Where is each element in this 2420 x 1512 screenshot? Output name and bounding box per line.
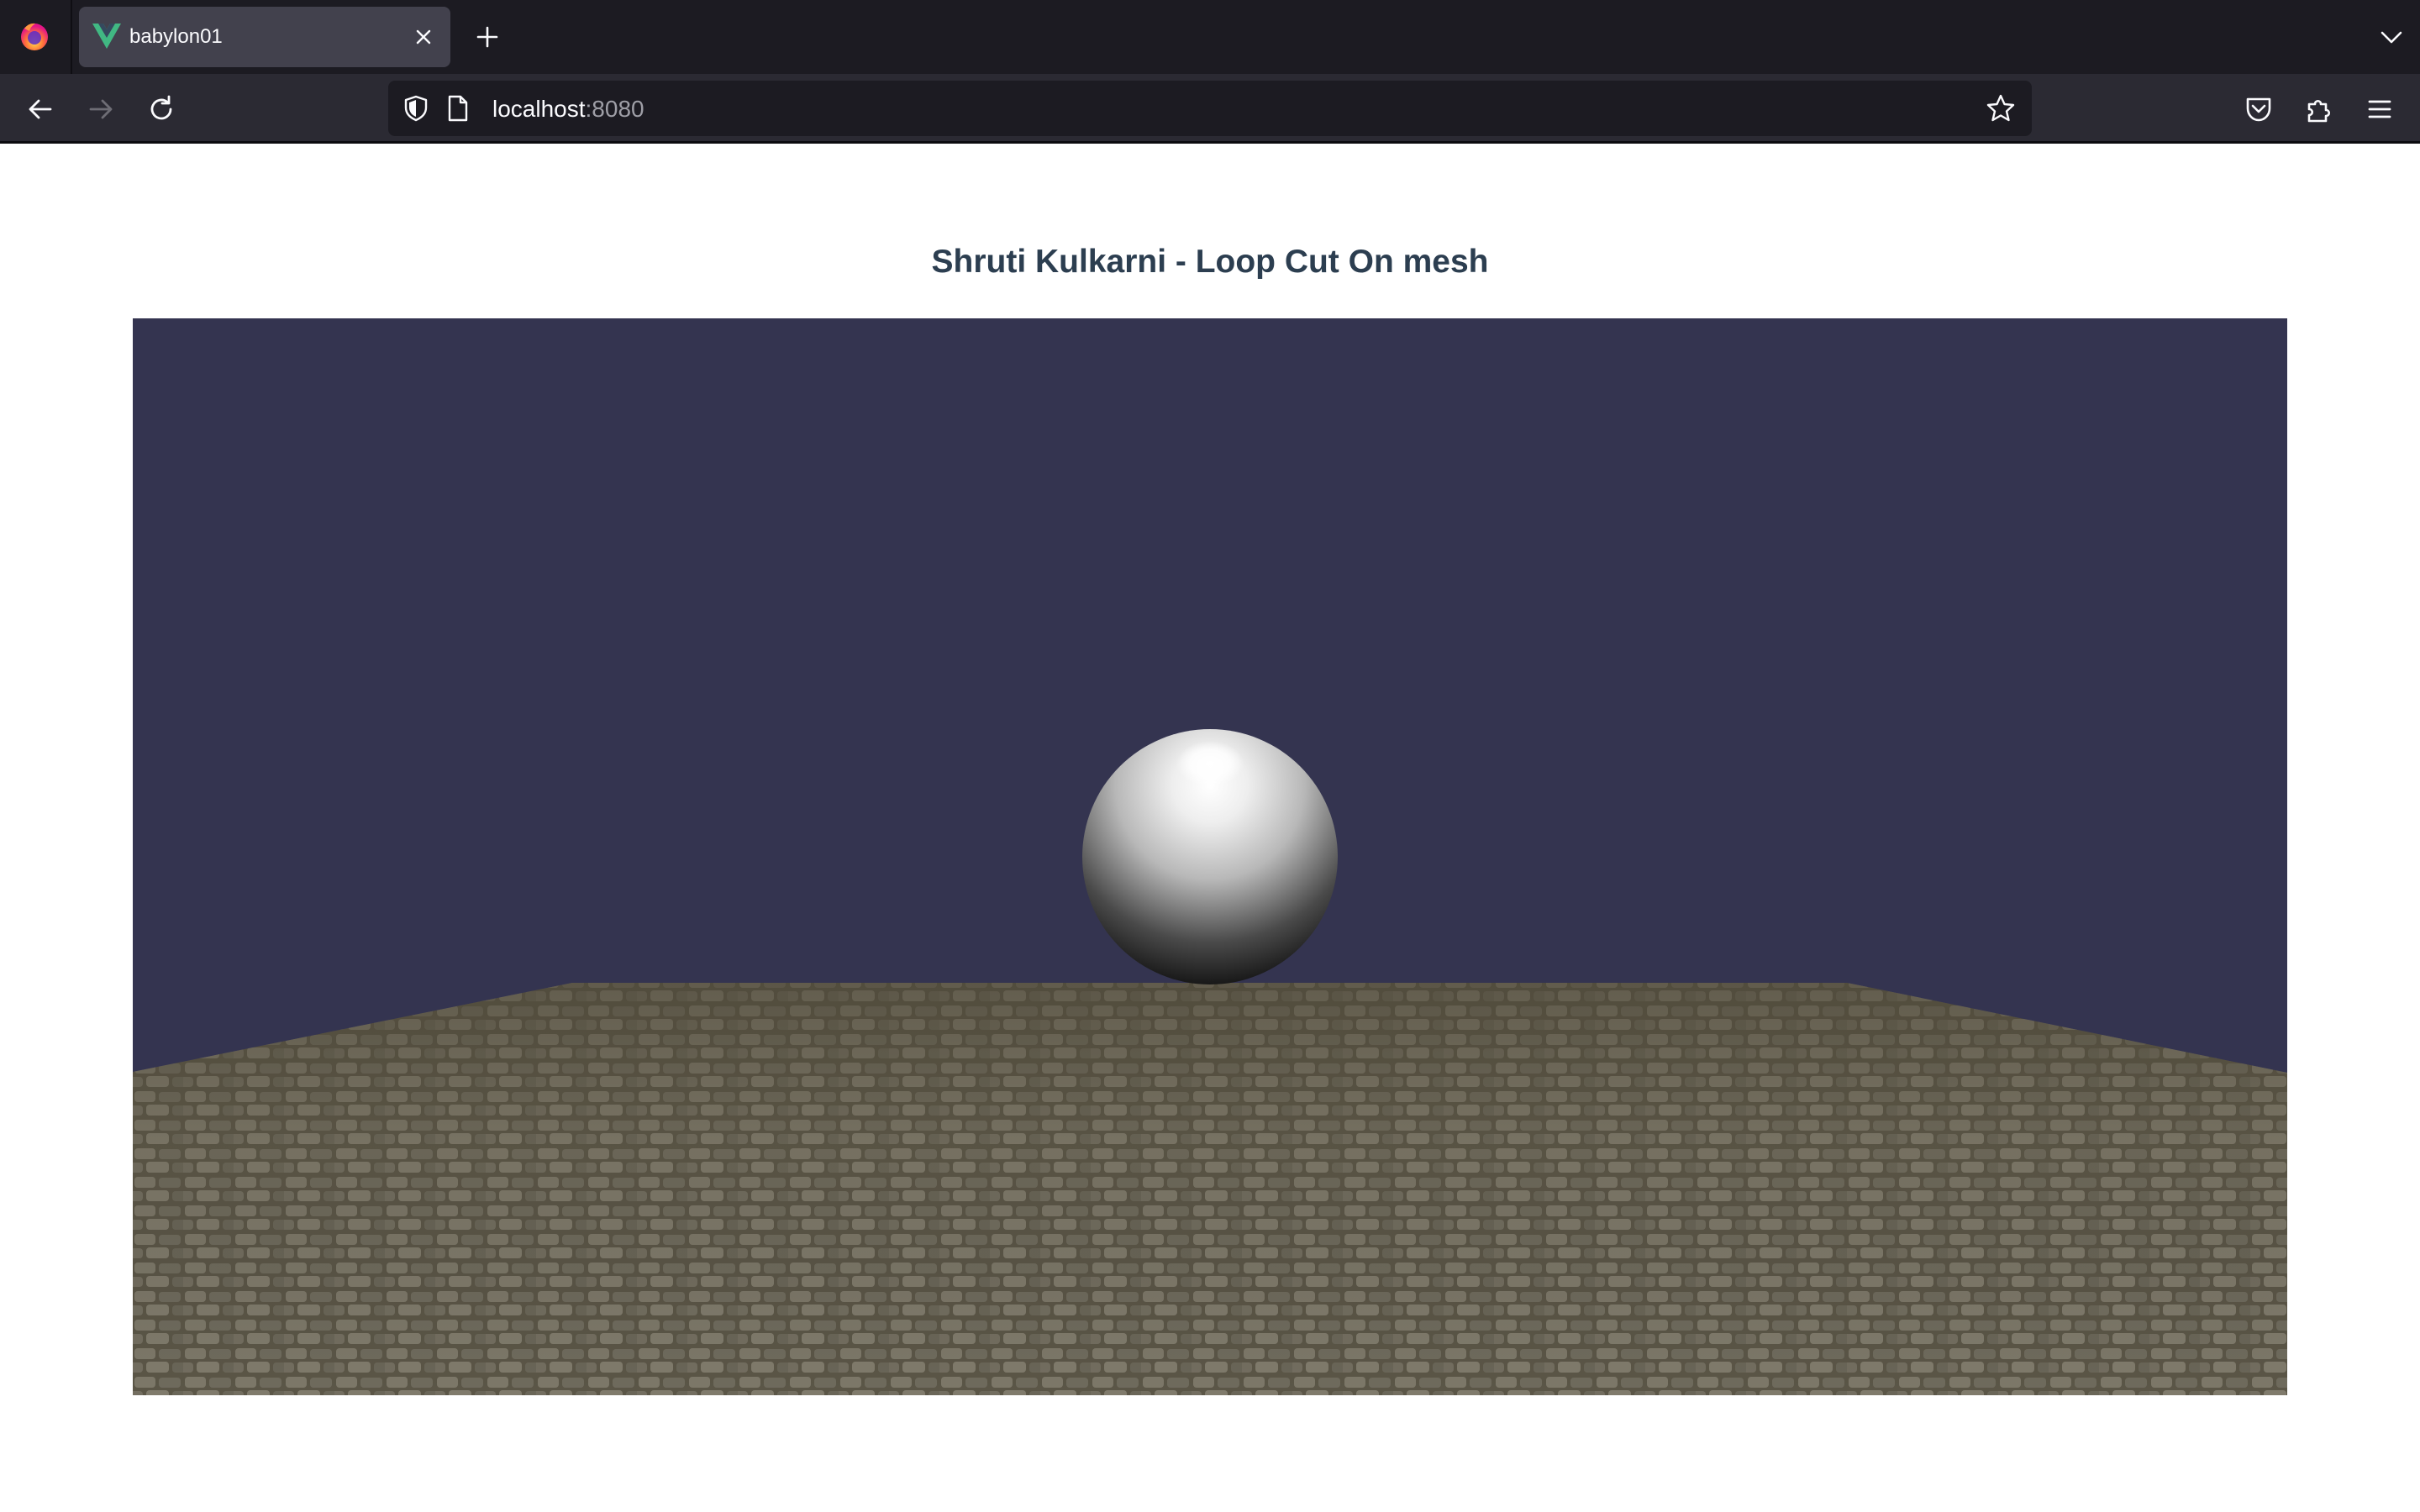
ground-plane bbox=[133, 983, 2287, 1395]
reload-icon[interactable] bbox=[145, 92, 178, 126]
page-icon[interactable] bbox=[445, 94, 471, 123]
address-bar[interactable]: localhost:8080 bbox=[388, 81, 2032, 136]
tab-active[interactable]: babylon01 bbox=[79, 7, 450, 67]
chevron-down-icon[interactable] bbox=[2376, 22, 2407, 52]
firefox-icon[interactable] bbox=[18, 20, 50, 52]
url-host: localhost bbox=[492, 96, 586, 122]
shield-icon[interactable] bbox=[402, 94, 430, 123]
star-icon[interactable] bbox=[1985, 92, 2017, 124]
arrow-left-icon[interactable] bbox=[24, 92, 57, 126]
plus-icon[interactable] bbox=[472, 22, 502, 52]
chrome-divider bbox=[0, 141, 2420, 144]
tab-title: babylon01 bbox=[129, 25, 223, 48]
page-title: Shruti Kulkarni - Loop Cut On mesh bbox=[931, 244, 1489, 280]
navigation-bar: localhost:8080 bbox=[0, 74, 2420, 143]
babylon-scene bbox=[133, 729, 2287, 1395]
hamburger-icon[interactable] bbox=[2363, 92, 2396, 126]
url-port: :8080 bbox=[585, 96, 644, 122]
sphere bbox=[1082, 729, 1338, 984]
pocket-icon[interactable] bbox=[2242, 92, 2275, 126]
vue-icon bbox=[92, 24, 121, 49]
render-canvas[interactable] bbox=[133, 318, 2287, 1395]
tab-bar: babylon01 bbox=[0, 0, 2420, 74]
puzzle-icon[interactable] bbox=[2302, 92, 2336, 126]
tab-separator bbox=[71, 0, 72, 74]
url-text[interactable]: localhost:8080 bbox=[492, 96, 644, 123]
arrow-right-icon[interactable] bbox=[84, 92, 118, 126]
close-icon[interactable] bbox=[410, 24, 437, 50]
